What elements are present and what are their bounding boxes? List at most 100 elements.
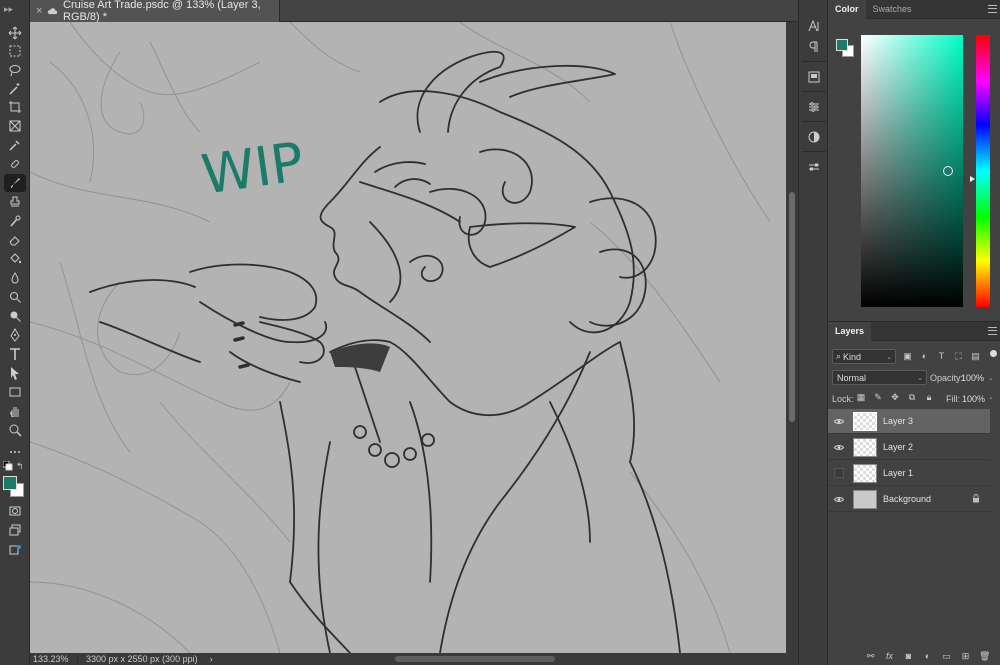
color-panel-foreground-swatch[interactable] — [836, 39, 848, 51]
zoom-icon[interactable] — [4, 421, 26, 439]
visibility-eye-icon[interactable] — [828, 409, 850, 434]
lock-all-icon[interactable]: 🔒︎ — [924, 392, 934, 402]
vertical-scroll-thumb[interactable] — [789, 192, 795, 422]
rectangle-icon[interactable] — [4, 383, 26, 401]
tab-swatches[interactable]: Swatches — [866, 0, 919, 19]
smudge-icon[interactable] — [4, 307, 26, 325]
layer-row-background[interactable]: Background — [828, 487, 990, 512]
type-icon[interactable] — [4, 345, 26, 363]
vertical-scrollbar[interactable] — [786, 22, 798, 653]
filter-toggle[interactable] — [990, 350, 997, 357]
layer-row-layer-1[interactable]: Layer 1 — [828, 461, 990, 486]
foreground-color[interactable] — [3, 476, 17, 490]
libraries-icon[interactable] — [805, 68, 823, 86]
tab-color[interactable]: Color — [828, 0, 866, 19]
lock-transparent-icon[interactable]: ▦ — [856, 392, 866, 402]
fill-chevron-icon[interactable]: ⌄ — [988, 393, 994, 401]
layer-name[interactable]: Layer 1 — [883, 468, 913, 478]
fill-label: Fill: — [946, 394, 960, 404]
path-select-icon[interactable] — [4, 364, 26, 382]
new-adjustment-icon[interactable]: ◐ — [922, 651, 933, 661]
hue-slider-handle-icon[interactable] — [970, 176, 975, 182]
brush-icon[interactable] — [4, 174, 26, 192]
link-layers-icon[interactable]: ⚯ — [865, 651, 876, 662]
new-layer-icon[interactable]: ⊞ — [960, 651, 971, 662]
visibility-eye-icon[interactable] — [828, 487, 850, 512]
hand-icon[interactable] — [4, 402, 26, 420]
marquee-icon[interactable] — [4, 42, 26, 60]
delete-layer-icon[interactable]: 🗑︎ — [979, 651, 990, 662]
adjustment-filter-icon[interactable]: ◐ — [919, 351, 930, 362]
document-title: Cruise Art Trade.psdc @ 133% (Layer 3, R… — [63, 0, 261, 23]
layer-kind-filter[interactable]: ⌕ Kind ⌄ — [832, 349, 896, 364]
visibility-eye-icon[interactable] — [828, 435, 850, 460]
add-mask-icon[interactable]: ◙ — [903, 651, 914, 661]
document-canvas[interactable]: WIP — [30, 22, 786, 653]
layers-panel: Layers ⌕ Kind ⌄ ▣ ◐ T ⛶ ▤ Normal ⌄ Opaci… — [828, 321, 1000, 665]
pen-icon[interactable] — [4, 326, 26, 344]
lock-artboard-icon[interactable]: ⧉ — [907, 392, 917, 402]
tab-layers[interactable]: Layers — [828, 321, 872, 341]
swap-colors-icon[interactable]: ↰ — [16, 461, 26, 471]
pixel-filter-icon[interactable]: ▣ — [902, 351, 913, 362]
frame-icon[interactable] — [4, 117, 26, 135]
adjustments-icon[interactable] — [805, 98, 823, 116]
dodge-icon[interactable] — [4, 288, 26, 306]
panel-menu-icon[interactable] — [988, 5, 997, 13]
properties-icon[interactable] — [805, 158, 823, 176]
new-group-icon[interactable]: ▭ — [941, 651, 952, 662]
character-icon[interactable] — [805, 17, 823, 35]
opacity-input[interactable]: 100% — [961, 370, 987, 385]
layer-filter-icons: ▣ ◐ T ⛶ ▤ — [902, 351, 981, 362]
screen-mode-icon[interactable] — [4, 521, 26, 539]
status-bar: 133.23% 3300 px x 2550 px (300 ppi) › — [30, 653, 798, 665]
chevron-down-icon: ⌄ — [886, 353, 892, 361]
smart-object-filter-icon[interactable]: ▤ — [970, 351, 981, 362]
share-icon[interactable] — [4, 541, 26, 559]
move-icon[interactable] — [4, 24, 26, 42]
horizontal-scroll-thumb[interactable] — [395, 656, 555, 662]
eraser-icon[interactable] — [4, 231, 26, 249]
chevron-down-icon: ⌄ — [917, 374, 923, 382]
healing-icon[interactable] — [4, 155, 26, 173]
fx-icon[interactable]: fx — [884, 651, 895, 661]
shape-filter-icon[interactable]: ⛶ — [953, 351, 964, 362]
stamp-icon[interactable] — [4, 193, 26, 211]
bucket-icon[interactable] — [4, 250, 26, 268]
paragraph-icon[interactable] — [805, 38, 823, 56]
zoom-level[interactable]: 133.23% — [30, 654, 78, 664]
blend-mode-value: Normal — [837, 372, 867, 383]
history-brush-icon[interactable] — [4, 212, 26, 230]
layer-name[interactable]: Layer 2 — [883, 442, 913, 452]
blur-icon[interactable] — [4, 269, 26, 287]
fill-input[interactable]: 100% — [962, 394, 985, 404]
default-colors-icon[interactable] — [2, 460, 13, 471]
quick-mask-icon[interactable] — [4, 502, 26, 520]
strip-divider — [802, 121, 826, 122]
close-tab-icon[interactable]: × — [36, 5, 42, 17]
status-menu-arrow-icon[interactable]: › — [210, 654, 213, 664]
crop-icon[interactable] — [4, 98, 26, 116]
hue-slider[interactable] — [976, 35, 990, 307]
opacity-chevron-icon[interactable]: ⌄ — [988, 370, 998, 385]
lock-image-icon[interactable]: ✎ — [873, 392, 883, 402]
layer-name[interactable]: Layer 3 — [883, 416, 913, 426]
layers-menu-icon[interactable] — [988, 327, 997, 335]
lock-position-icon[interactable]: ✥ — [890, 392, 900, 402]
lasso-icon[interactable] — [4, 61, 26, 79]
layer-row-layer-3[interactable]: Layer 3 — [828, 409, 990, 434]
blend-mode-select[interactable]: Normal ⌄ — [832, 370, 927, 385]
layer-row-layer-2[interactable]: Layer 2 — [828, 435, 990, 460]
type-filter-icon[interactable]: T — [936, 351, 947, 362]
magic-wand-icon[interactable] — [4, 80, 26, 98]
collapse-arrows-icon[interactable]: ▸▸ — [4, 4, 26, 14]
visibility-off-toggle[interactable] — [828, 461, 850, 486]
layer-name[interactable]: Background — [883, 494, 931, 504]
layer-thumbnail — [853, 411, 877, 431]
color-panel-tabs: Color Swatches — [828, 0, 1000, 19]
document-tab[interactable]: × Cruise Art Trade.psdc @ 133% (Layer 3,… — [30, 0, 280, 23]
color-picker-cursor[interactable] — [943, 166, 953, 176]
styles-icon[interactable] — [805, 128, 823, 146]
more-icon[interactable] — [4, 443, 26, 461]
eyedropper-icon[interactable] — [4, 136, 26, 154]
